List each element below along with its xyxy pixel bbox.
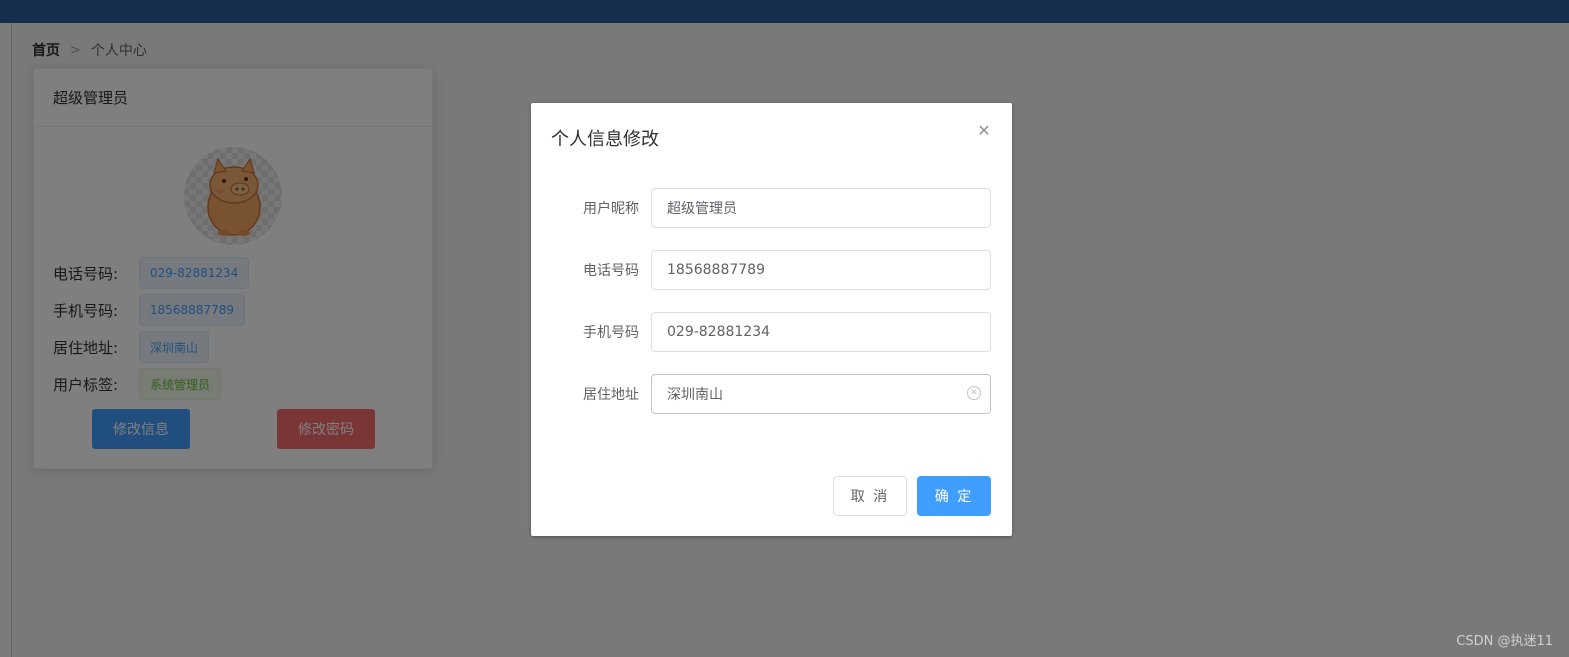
edit-profile-dialog: 个人信息修改 ✕ 用户昵称 电话号码 手机号码 居住地址 ✕ 取 消 确 定 — [531, 103, 1012, 536]
address-label: 居住地址 — [583, 387, 639, 403]
phone-input[interactable] — [651, 250, 991, 290]
watermark: CSDN @执迷11 — [1456, 634, 1553, 649]
nickname-label: 用户昵称 — [583, 201, 639, 217]
mobile-label: 手机号码 — [583, 325, 639, 341]
clear-circle-icon[interactable]: ✕ — [967, 386, 981, 400]
address-input-wrapper: ✕ — [651, 374, 991, 414]
close-icon[interactable]: ✕ — [976, 123, 992, 139]
mobile-input[interactable] — [651, 312, 991, 352]
nickname-input[interactable] — [651, 188, 991, 228]
nickname-form-row: 用户昵称 — [551, 188, 991, 228]
phone-form-row: 电话号码 — [551, 250, 991, 290]
dialog-title: 个人信息修改 — [551, 129, 659, 150]
confirm-button[interactable]: 确 定 — [917, 476, 991, 516]
cancel-button[interactable]: 取 消 — [833, 476, 907, 516]
phone-label: 电话号码 — [583, 263, 639, 279]
mobile-form-row: 手机号码 — [551, 312, 991, 352]
address-input[interactable] — [651, 374, 991, 414]
address-form-row: 居住地址 ✕ — [551, 374, 991, 414]
